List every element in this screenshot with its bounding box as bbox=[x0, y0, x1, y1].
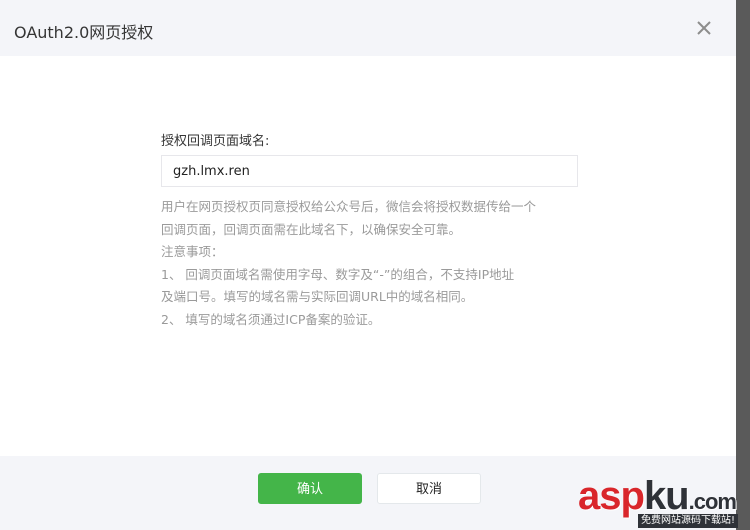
oauth-dialog: OAuth2.0网页授权 授权回调页面域名: 用户在网页授权页同意授权给公众号后… bbox=[0, 0, 736, 530]
cancel-button[interactable]: 取消 bbox=[377, 473, 481, 504]
help-line: 用户在网页授权页同意授权给公众号后，微信会将授权数据传给一个 bbox=[161, 199, 537, 214]
dialog-body: 授权回调页面域名: 用户在网页授权页同意授权给公众号后，微信会将授权数据传给一个… bbox=[0, 56, 736, 456]
watermark-logo: aspku.com 免费网站源码下载站! bbox=[578, 474, 750, 530]
help-line: 回调页面，回调页面需在此域名下，以确保安全可靠。 bbox=[161, 221, 462, 237]
help-text: 用户在网页授权页同意授权给公众号后，微信会将授权数据传给一个 回调页面，回调页面… bbox=[161, 196, 591, 331]
watermark-brand-tail: .com bbox=[688, 489, 737, 514]
close-button[interactable] bbox=[692, 16, 716, 40]
notes-heading: 注意事项： bbox=[161, 244, 224, 259]
watermark-tagline: 免费网站源码下载站! bbox=[638, 514, 739, 528]
watermark-brand-asp: asp bbox=[578, 474, 645, 518]
domain-input[interactable] bbox=[161, 155, 578, 187]
confirm-button[interactable]: 确认 bbox=[258, 473, 362, 504]
watermark-brand-ku: ku bbox=[643, 474, 690, 518]
dialog-header: OAuth2.0网页授权 bbox=[0, 0, 736, 56]
note-item: 2、 填写的域名须通过ICP备案的验证。 bbox=[161, 311, 381, 327]
domain-field-label: 授权回调页面域名: bbox=[161, 134, 270, 149]
note-item: 及端口号。填写的域名需与实际回调URL中的域名相同。 bbox=[161, 289, 474, 304]
close-icon bbox=[697, 21, 711, 35]
background-page-edge bbox=[736, 0, 750, 530]
dialog-title: OAuth2.0网页授权 bbox=[14, 23, 154, 42]
note-item: 1、 回调页面域名需使用字母、数字及“-”的组合，不支持IP地址 bbox=[161, 266, 515, 282]
